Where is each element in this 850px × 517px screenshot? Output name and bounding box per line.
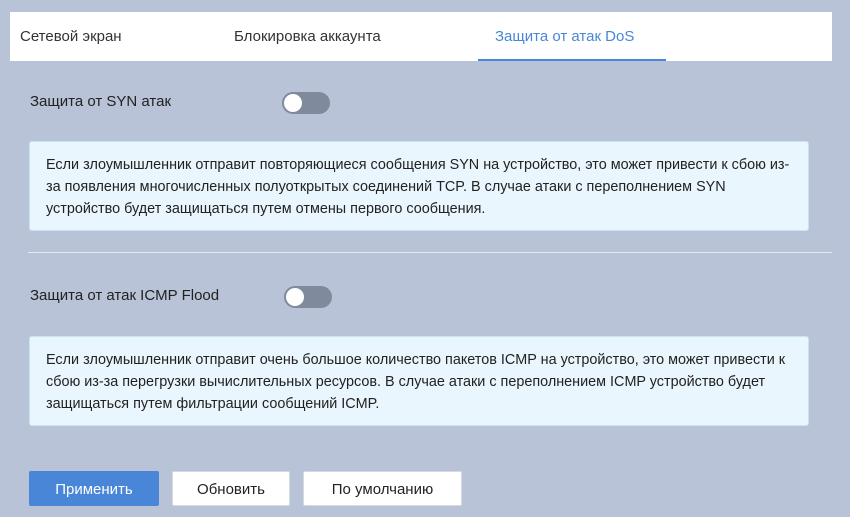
tab-account-lockout[interactable]: Блокировка аккаунта (234, 12, 381, 61)
dos-settings-panel: Защита от SYN атак Если злоумышленник от… (10, 61, 832, 517)
syn-info-box: Если злоумышленник отправит повторяющиес… (29, 141, 809, 231)
syn-protection-label: Защита от SYN атак (30, 93, 172, 110)
icmp-protection-toggle[interactable] (284, 286, 332, 308)
toggle-knob (284, 94, 302, 112)
icmp-info-box: Если злоумышленник отправит очень большо… (29, 336, 809, 426)
refresh-button[interactable]: Обновить (172, 471, 290, 506)
tab-dos-protection[interactable]: Защита от атак DoS (495, 12, 634, 61)
icmp-info-text: Если злоумышленник отправит очень большо… (46, 352, 786, 412)
syn-protection-toggle[interactable] (282, 92, 330, 114)
tab-firewall[interactable]: Сетевой экран (20, 12, 122, 61)
apply-button[interactable]: Применить (29, 471, 159, 506)
section-divider (28, 252, 832, 253)
default-button[interactable]: По умолчанию (303, 471, 462, 506)
syn-info-text: Если злоумышленник отправит повторяющиес… (46, 157, 790, 217)
toggle-knob (286, 288, 304, 306)
icmp-protection-label: Защита от атак ICMP Flood (30, 287, 220, 304)
tab-bar: Сетевой экран Блокировка аккаунта Защита… (10, 12, 832, 61)
